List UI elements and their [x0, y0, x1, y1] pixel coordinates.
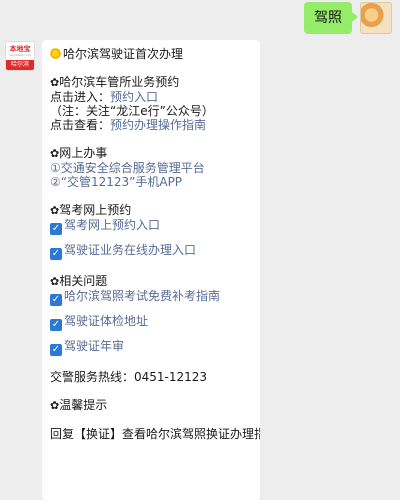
checkbox-icon: ✓ — [50, 223, 62, 235]
exam-booking-line: ✓ 驾考网上预约入口 — [50, 218, 252, 235]
appointment-entry-line: 点击进入：预约入口 — [50, 90, 159, 104]
bot-brand-text: 本地宝 — [9, 45, 31, 53]
appointment-entry-link[interactable]: 预约入口 — [110, 90, 158, 104]
section-heading-exam: ✿驾考网上预约 — [50, 203, 132, 217]
checkbox-icon: ✓ — [50, 344, 62, 356]
sent-message-bubble[interactable]: 驾照 — [304, 2, 358, 34]
flower-bullet-icon: ✿ — [50, 399, 60, 412]
app-12123-link[interactable]: ②“交管12123”手机APP — [50, 175, 252, 189]
license-online-link[interactable]: 驾驶证业务在线办理入口 — [64, 243, 196, 257]
flower-bullet-icon: ✿ — [50, 204, 60, 217]
checkbox-icon: ✓ — [50, 319, 62, 331]
appointment-guide-line: 点击查看：预约办理操作指南 — [50, 118, 207, 132]
section-heading-online: ✿网上办事 — [50, 146, 108, 160]
checkbox-icon: ✓ — [50, 294, 62, 306]
received-message-bubble: 哈尔滨驾驶证首次办理 ✿哈尔滨车管所业务预约 点击进入：预约入口 （注：关注“龙… — [42, 40, 260, 500]
checkbox-icon: ✓ — [50, 248, 62, 260]
user-avatar[interactable] — [360, 2, 392, 34]
makeup-exam-line: ✓ 哈尔滨驾照考试免费补考指南 — [50, 289, 252, 306]
hotline-text: 交警服务热线：0451-12123 — [50, 370, 208, 384]
sun-icon — [50, 48, 61, 59]
appointment-guide-link[interactable]: 预约办理操作指南 — [110, 118, 206, 132]
flower-bullet-icon: ✿ — [50, 147, 60, 160]
appointment-note: （注：关注“龙江e行”公众号） — [50, 104, 214, 118]
section-heading-tips: ✿温馨提示 — [50, 398, 108, 412]
makeup-exam-link[interactable]: 哈尔滨驾照考试免费补考指南 — [64, 289, 220, 303]
traffic-safety-platform-link[interactable]: ①交通安全综合服务管理平台 — [50, 161, 252, 175]
medical-check-line: ✓ 驾驶证体检地址 — [50, 314, 252, 331]
sent-message-row: 驾照 — [304, 2, 392, 34]
annual-review-link[interactable]: 驾驶证年审 — [64, 339, 124, 353]
license-online-line: ✓ 驾驶证业务在线办理入口 — [50, 243, 252, 260]
exam-booking-link[interactable]: 驾考网上预约入口 — [64, 218, 160, 232]
message-title: 哈尔滨驾驶证首次办理 — [63, 47, 184, 61]
annual-review-line: ✓ 驾驶证年审 — [50, 339, 252, 356]
bot-avatar[interactable]: 本地宝 bendibao.com 哈尔滨 — [5, 41, 35, 71]
section-heading-faq: ✿相关问题 — [50, 274, 108, 288]
flower-bullet-icon: ✿ — [50, 275, 60, 288]
section-heading-appointment: ✿哈尔滨车管所业务预约 — [50, 75, 180, 89]
flower-bullet-icon: ✿ — [50, 76, 60, 89]
bot-brand-sub: bendibao.com — [9, 53, 31, 57]
message-title-line: 哈尔滨驾驶证首次办理 — [50, 47, 252, 61]
bot-city-label: 哈尔滨 — [6, 60, 34, 70]
tips-text: 回复【换证】查看哈尔滨驾照换证办理指南 — [50, 427, 260, 441]
medical-check-link[interactable]: 驾驶证体检地址 — [64, 314, 148, 328]
